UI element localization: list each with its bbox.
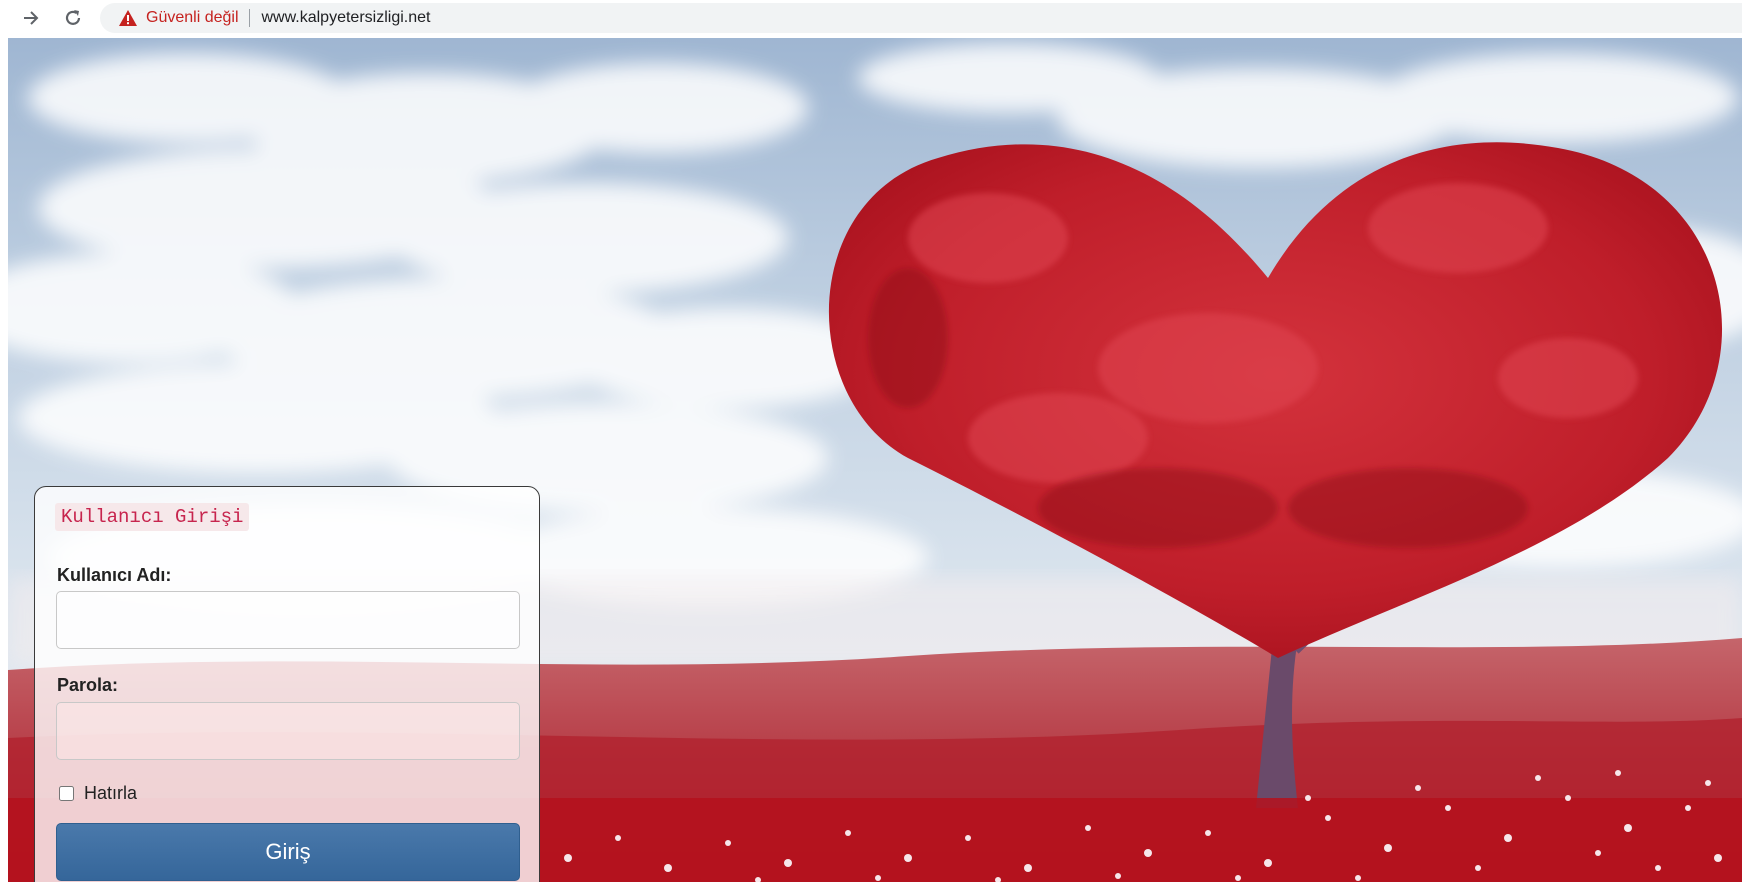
forward-arrow-icon	[24, 11, 39, 25]
remember-label[interactable]: Hatırla	[84, 783, 137, 804]
login-submit-button[interactable]: Giriş	[56, 823, 520, 881]
remember-checkbox[interactable]	[59, 786, 74, 801]
browser-toolbar: Güvenli değil www.kalpyetersizligi.net	[0, 0, 1742, 36]
password-label: Parola:	[57, 675, 119, 695]
reload-icon	[65, 10, 81, 25]
forward-button[interactable]	[18, 5, 44, 31]
password-input[interactable]	[56, 702, 520, 760]
warning-triangle-icon	[119, 10, 137, 26]
address-divider	[248, 9, 250, 27]
login-panel: Kullanıcı Girişi Kullanıcı Adı: Parola: …	[34, 486, 540, 882]
username-input[interactable]	[56, 591, 520, 649]
remember-row[interactable]: Hatırla	[57, 783, 137, 804]
username-label: Kullanıcı Adı:	[57, 565, 172, 585]
reload-button[interactable]	[60, 5, 86, 31]
url-text[interactable]: www.kalpyetersizligi.net	[262, 9, 431, 27]
address-bar[interactable]: Güvenli değil www.kalpyetersizligi.net	[100, 3, 1742, 33]
security-status-label[interactable]: Güvenli değil	[146, 9, 239, 27]
login-title: Kullanıcı Girişi	[55, 503, 250, 531]
page-viewport: Kullanıcı Girişi Kullanıcı Adı: Parola: …	[8, 38, 1742, 882]
